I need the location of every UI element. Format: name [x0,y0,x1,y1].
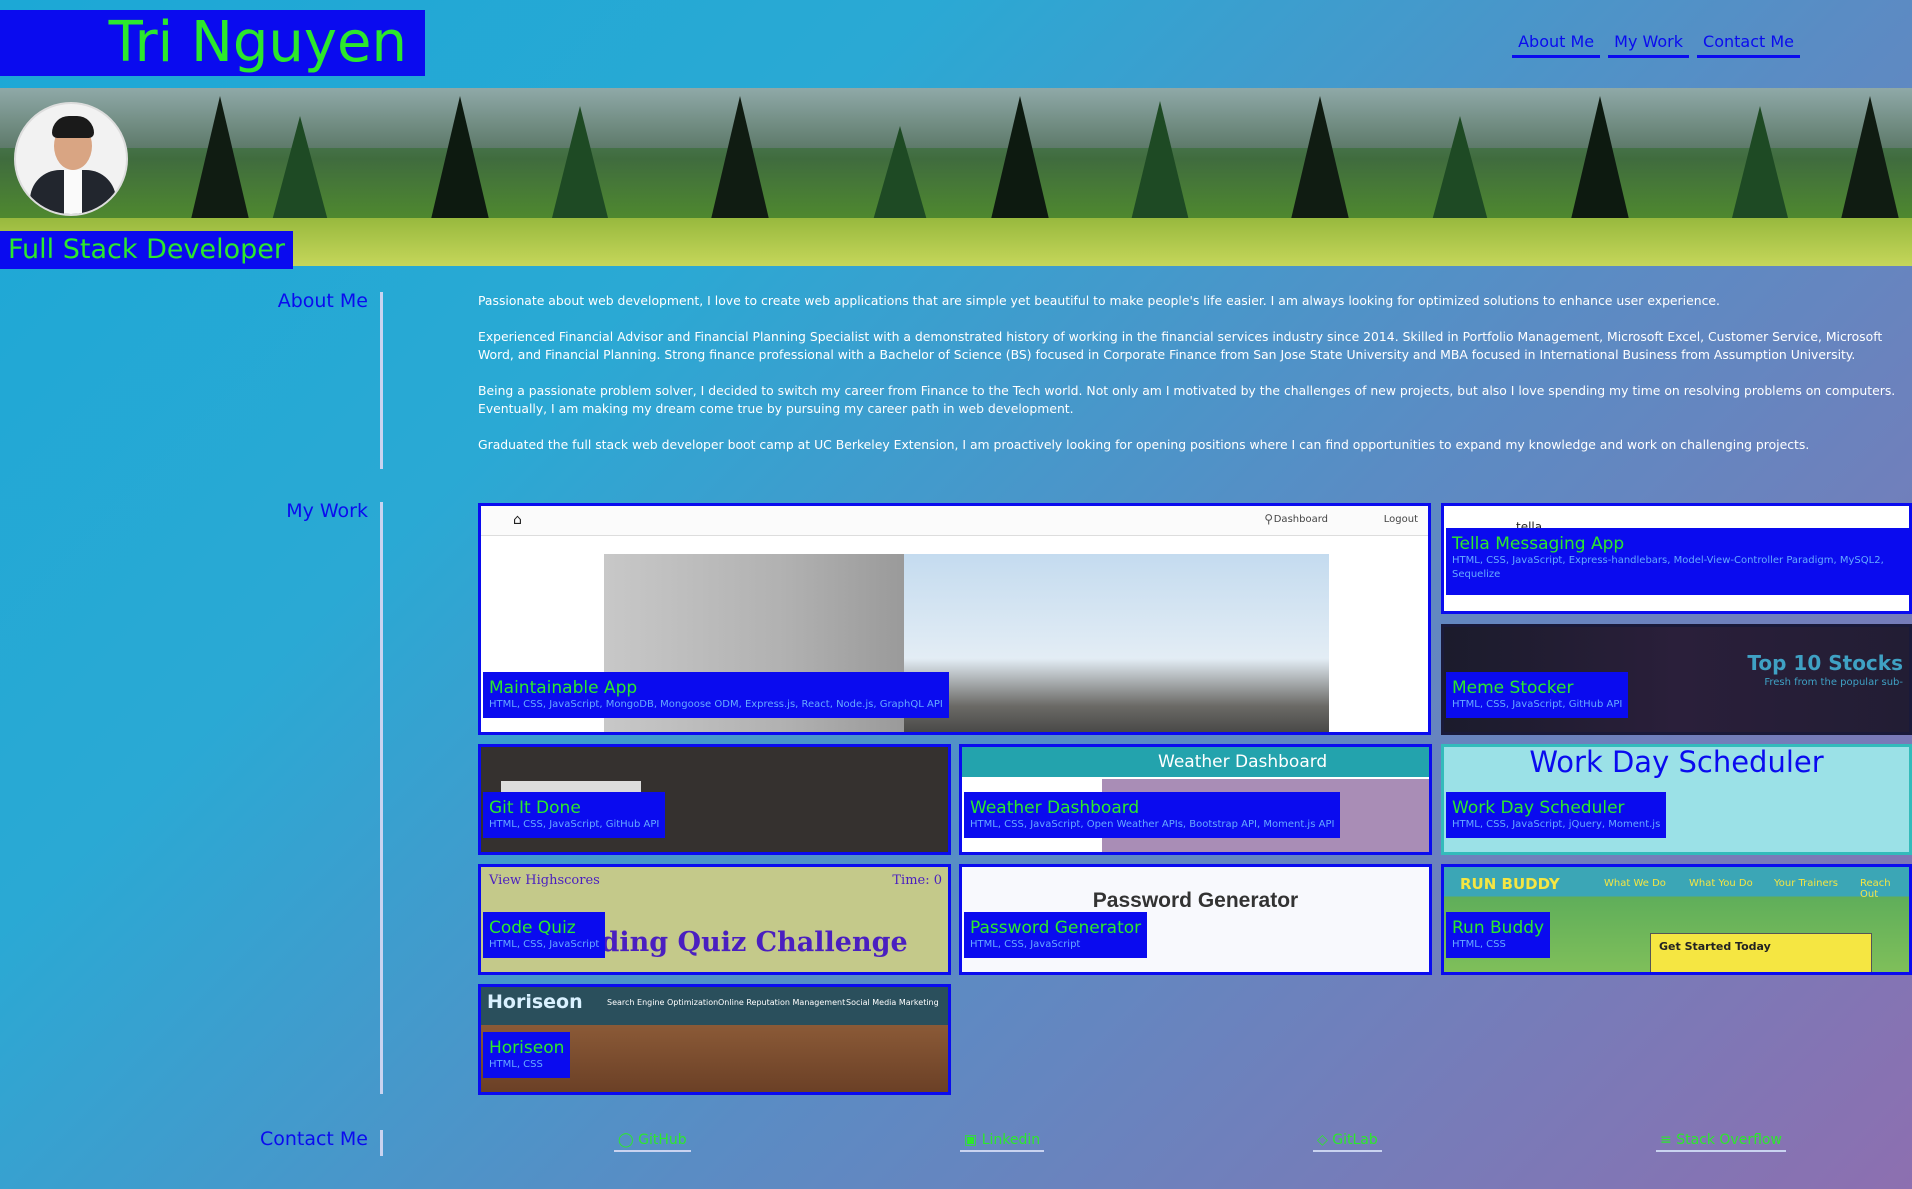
about-me-heading: About Me [277,290,368,312]
avatar-shirt [64,170,82,214]
runbuddy-menu-item: What You Do [1689,878,1753,889]
linkedin-link-label: Linkedin [981,1132,1041,1148]
project-caption: Git It Done HTML, CSS, JavaScript, GitHu… [483,792,666,838]
nav-contact-me[interactable]: Contact Me [1697,30,1800,58]
my-work-heading: My Work [286,500,368,522]
project-caption: Work Day Scheduler HTML, CSS, JavaScript… [1446,792,1667,838]
project-card-password-generator[interactable]: Password Generator Password Generator HT… [959,864,1432,975]
runbuddy-menu-item: Your Trainers [1774,878,1838,889]
runbuddy-menu-item: What We Do [1604,878,1666,889]
project-tech: HTML, CSS, JavaScript, Express-handlebar… [1452,555,1884,580]
about-me-text: Passionate about web development, I love… [478,292,1912,472]
view-highscores: View Highscores [489,873,600,888]
project-tech: HTML, CSS [1452,939,1506,950]
linkedin-icon: ▣ [964,1132,978,1148]
github-icon: ◯ [618,1132,634,1148]
project-tech: HTML, CSS, JavaScript, GitHub API [1452,699,1623,710]
project-title[interactable]: Maintainable App [489,678,943,698]
about-paragraph: Experienced Financial Advisor and Financ… [478,329,1883,362]
linkedin-link[interactable]: ▣ Linkedin [960,1132,1045,1152]
avatar-hair [52,116,94,138]
runbuddy-cta: Get Started Today [1650,933,1872,972]
horiseon-menu-item: Search Engine Optimization [607,998,719,1007]
avatar [14,102,128,216]
project-card-maintainable-app[interactable]: ⌂ ⚲ Dashboard Logout Maintainable App HT… [478,503,1431,735]
horiseon-menu-item: Online Reputation Management [718,998,846,1007]
about-paragraph: Graduated the full stack web developer b… [478,437,1810,452]
dashboard-link: Dashboard [1273,514,1328,525]
github-link[interactable]: ◯ GitHub [614,1132,691,1152]
section-divider [380,292,383,469]
nav-about-me[interactable]: About Me [1512,30,1601,58]
quiz-timer: Time: 0 [892,873,942,888]
project-card-run-buddy[interactable]: RUN BUDDY What We Do What You Do Your Tr… [1441,864,1912,975]
project-caption: Weather Dashboard HTML, CSS, JavaScript,… [964,792,1341,838]
app-navbar: ⌂ ⚲ Dashboard Logout [481,506,1428,536]
stackoverflow-icon: ≡ [1660,1132,1672,1148]
meme-headline: Top 10 Stocks [1747,651,1903,675]
project-caption: Horiseon HTML, CSS [483,1032,571,1078]
search-icon: ⚲ [1264,512,1273,526]
stackoverflow-link-label: Stack Overflow [1676,1132,1782,1148]
project-caption: Run Buddy HTML, CSS [1446,912,1551,958]
runbuddy-menu-item: Reach Out [1860,878,1891,900]
gitlab-icon: ◇ [1317,1132,1328,1148]
nav-my-work[interactable]: My Work [1608,30,1690,58]
project-caption: Code Quiz HTML, CSS, JavaScript [483,912,606,958]
project-card-horiseon[interactable]: Horiseon Search Engine Optimization Onli… [478,984,951,1095]
about-paragraph: Being a passionate problem solver, I dec… [478,383,1896,416]
project-tech: HTML, CSS [489,1059,543,1070]
header: Tri Nguyen About Me My Work Contact Me [0,0,1912,88]
project-card-git-it-done[interactable]: Git It Done HTML, CSS, JavaScript, GitHu… [478,744,951,855]
top-nav: About Me My Work Contact Me [1512,30,1800,58]
contact-links: ◯ GitHub ▣ Linkedin ◇ GitLab ≡ Stack Ove… [478,1132,1912,1156]
meme-subhead: Fresh from the popular sub- [1764,677,1903,688]
github-link-label: GitHub [638,1132,687,1148]
about-paragraph: Passionate about web development, I love… [478,293,1720,308]
logout-link: Logout [1383,514,1418,525]
project-card-code-quiz[interactable]: View Highscores Time: 0 Coding Quiz Chal… [478,864,951,975]
weather-banner: Weather Dashboard [962,747,1429,777]
project-title[interactable]: Weather Dashboard [970,798,1334,818]
project-tech: HTML, CSS, JavaScript, Open Weather APIs… [970,819,1335,830]
password-heading: Password Generator [1092,889,1299,912]
project-title[interactable]: Work Day Scheduler [1452,798,1660,818]
project-card-work-day-scheduler[interactable]: Work Day Scheduler Work Day Scheduler HT… [1441,744,1912,855]
quiz-heading: Coding Quiz Challenge [561,927,908,958]
project-tech: HTML, CSS, JavaScript, jQuery, Moment.js [1452,819,1661,830]
project-card-weather-dashboard[interactable]: Weather Dashboard Weather Dashboard HTML… [959,744,1432,855]
home-icon: ⌂ [513,512,522,528]
section-divider [380,502,383,1094]
horiseon-menu-item: Social Media Marketing [846,998,939,1007]
project-title[interactable]: Git It Done [489,798,659,818]
contact-me-heading: Contact Me [259,1128,368,1150]
project-caption: Password Generator HTML, CSS, JavaScript [964,912,1148,958]
horiseon-brand: Horiseon [487,991,583,1013]
scheduler-banner: Work Day Scheduler [1529,745,1824,779]
stackoverflow-link[interactable]: ≡ Stack Overflow [1656,1132,1786,1152]
project-caption: Maintainable App HTML, CSS, JavaScript, … [483,672,949,718]
project-card-tella[interactable]: tella Tella Messaging App HTML, CSS, Jav… [1441,503,1912,614]
project-tech: HTML, CSS, JavaScript [970,939,1081,950]
gitlab-link-label: GitLab [1332,1132,1378,1148]
project-title[interactable]: Run Buddy [1452,918,1544,938]
project-caption: Tella Messaging App HTML, CSS, JavaScrip… [1446,528,1909,595]
section-divider [380,1130,383,1156]
runbuddy-brand: RUN BUDDY [1460,875,1560,893]
project-card-meme-stocker[interactable]: Top 10 Stocks Fresh from the popular sub… [1441,624,1912,735]
project-caption: Meme Stocker HTML, CSS, JavaScript, GitH… [1446,672,1629,718]
gitlab-link[interactable]: ◇ GitLab [1313,1132,1382,1152]
job-title: Full Stack Developer [0,231,293,269]
project-title[interactable]: Meme Stocker [1452,678,1622,698]
project-tech: HTML, CSS, JavaScript [489,939,600,950]
project-title[interactable]: Code Quiz [489,918,599,938]
site-name: Tri Nguyen [0,10,425,76]
project-title[interactable]: Tella Messaging App [1452,534,1903,554]
project-title[interactable]: Password Generator [970,918,1141,938]
project-title[interactable]: Horiseon [489,1038,564,1058]
project-tech: HTML, CSS, JavaScript, GitHub API [489,819,660,830]
project-tech: HTML, CSS, JavaScript, MongoDB, Mongoose… [489,699,943,710]
